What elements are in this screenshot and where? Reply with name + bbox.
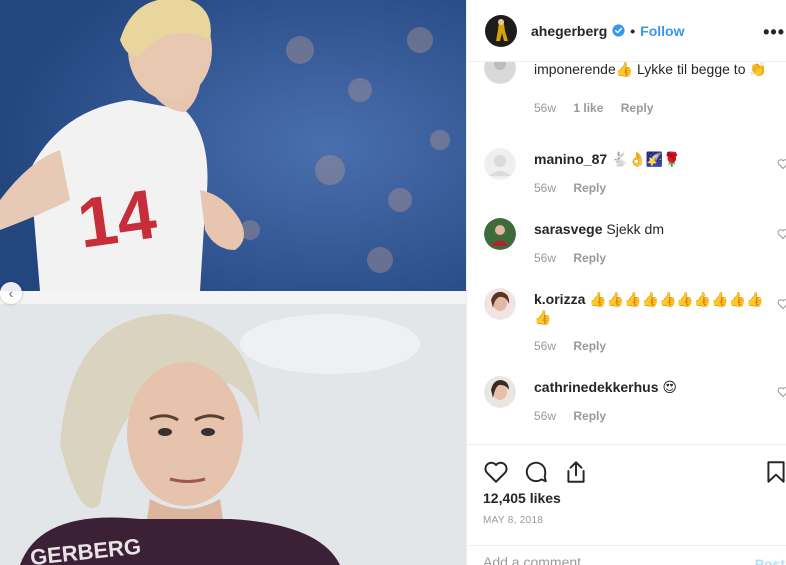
bookmark-icon[interactable] — [763, 459, 786, 485]
comment-age: 56w — [534, 409, 557, 423]
comment-age: 56w — [534, 181, 557, 195]
reply-button[interactable]: Reply — [573, 339, 606, 353]
comment-likes[interactable]: 1 like — [573, 101, 603, 115]
post-date: MAY 8, 2018 — [483, 515, 544, 526]
author-username[interactable]: ahegerberg — [531, 23, 607, 39]
avatar[interactable] — [484, 62, 516, 84]
heart-icon[interactable] — [777, 228, 786, 240]
comment-age: 56w — [534, 339, 557, 353]
verified-badge-icon — [612, 24, 625, 37]
comment-text: imponerende👍 Lykke til begge to 👏 — [534, 62, 774, 78]
comment-input[interactable] — [483, 554, 723, 565]
share-icon[interactable] — [563, 459, 589, 485]
comment-age: 56w — [534, 251, 557, 265]
heart-icon[interactable] — [483, 459, 509, 485]
comment-text: k.orizza 👍👍👍👍👍👍👍👍👍👍👍 — [534, 290, 774, 326]
chevron-left-icon: ‹ — [8, 285, 14, 301]
carousel-photo-top: 14 — [0, 0, 466, 291]
svg-text:14: 14 — [73, 175, 161, 263]
comment-username[interactable]: k.orizza — [534, 291, 585, 307]
comments-list: imponerende👍 Lykke til begge to 👏 56w 1 … — [467, 62, 786, 444]
comment-body: 🐇👌🌠🌹 — [611, 151, 681, 167]
comment-body: imponerende👍 Lykke til begge to 👏 — [534, 62, 767, 77]
post-side-panel: ahegerberg • Follow ••• imponerende👍 Lyk… — [466, 0, 786, 565]
reply-button[interactable]: Reply — [621, 101, 654, 115]
carousel-photo-bottom: GERBERG — [0, 304, 466, 565]
header-dot: • — [630, 22, 636, 39]
carousel-separator — [0, 291, 466, 304]
likes-count[interactable]: 12,405 likes — [483, 490, 561, 506]
carousel-prev-button[interactable]: ‹ — [0, 282, 22, 304]
comment-meta: 56w Reply — [534, 409, 620, 423]
avatar[interactable] — [484, 376, 516, 408]
comment-meta: 56w 1 like Reply — [534, 101, 667, 115]
comment-username[interactable]: cathrinedekkerhus — [534, 379, 659, 395]
heart-icon[interactable] — [777, 158, 786, 170]
comment-username[interactable]: sarasvege — [534, 221, 603, 237]
comment-meta: 56w Reply — [534, 251, 620, 265]
author-avatar[interactable] — [485, 14, 517, 47]
comment-body: Sjekk dm — [606, 221, 664, 237]
post-comment-button[interactable]: Post — [755, 556, 785, 565]
post-media: 14 GERBERG ‹ — [0, 0, 466, 565]
comment-body: 😍 — [662, 379, 677, 395]
comment-text: cathrinedekkerhus 😍 — [534, 378, 774, 396]
avatar[interactable] — [484, 148, 516, 180]
comment-meta: 56w Reply — [534, 181, 620, 195]
follow-button[interactable]: Follow — [640, 23, 684, 39]
comment-text: sarasvege Sjekk dm — [534, 220, 774, 238]
comment-username[interactable]: manino_87 — [534, 151, 607, 167]
heart-icon[interactable] — [777, 386, 786, 398]
comment-age: 56w — [534, 101, 557, 115]
avatar[interactable] — [484, 288, 516, 320]
more-options-icon[interactable]: ••• — [763, 22, 785, 43]
post-header: ahegerberg • Follow ••• — [467, 0, 786, 62]
add-comment-bar: Post — [467, 545, 786, 565]
comment-icon[interactable] — [523, 459, 549, 485]
comment-meta: 56w Reply — [534, 339, 620, 353]
reply-button[interactable]: Reply — [573, 181, 606, 195]
avatar[interactable] — [484, 218, 516, 250]
reply-button[interactable]: Reply — [573, 409, 606, 423]
heart-icon[interactable] — [777, 298, 786, 310]
comment-text: manino_87 🐇👌🌠🌹 — [534, 150, 774, 168]
reply-button[interactable]: Reply — [573, 251, 606, 265]
